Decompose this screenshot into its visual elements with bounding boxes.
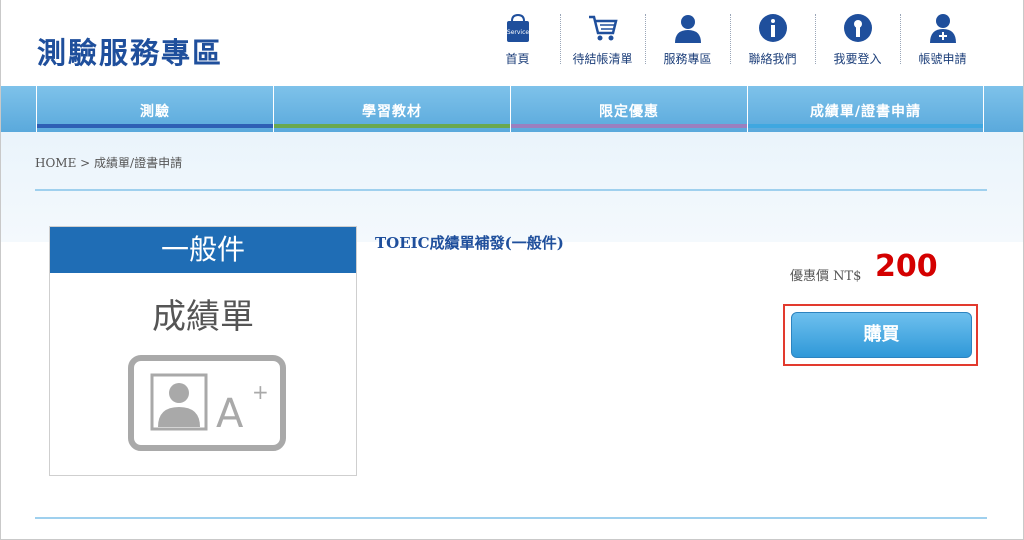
- tab-exam-label: 測驗: [140, 104, 170, 120]
- info-icon: [758, 14, 787, 42]
- site-header: 測驗服務專區 Service 首頁 待結帳清單 服務專區 聯絡我們 我要登入 帳…: [1, 0, 1023, 86]
- tab-underline: [274, 124, 510, 128]
- tab-score-report-label: 成績單/證書申請: [809, 104, 922, 120]
- nav-home-label: 首頁: [505, 52, 530, 66]
- nav-contact[interactable]: 聯絡我們: [730, 10, 815, 66]
- keyhole-icon: [843, 14, 872, 42]
- cart-icon: [588, 15, 618, 41]
- nav-cart-label: 待結帳清單: [572, 52, 633, 66]
- tab-underline: [37, 124, 273, 128]
- product-image: 一般件 成績單 A +: [49, 226, 357, 476]
- breadcrumb: HOME > 成績單/證書申請: [35, 156, 183, 170]
- score-card-icon: A +: [128, 355, 286, 451]
- tab-offers[interactable]: 限定優惠: [510, 86, 747, 132]
- site-logo[interactable]: 測驗服務專區: [37, 30, 223, 72]
- page: 測驗服務專區 Service 首頁 待結帳清單 服務專區 聯絡我們 我要登入 帳…: [0, 0, 1024, 540]
- nav-home[interactable]: Service 首頁: [475, 10, 560, 66]
- nav-service[interactable]: 服務專區: [645, 10, 730, 66]
- price-label: 優惠價 NT$: [790, 269, 862, 284]
- product-title: TOEIC成績單補發(一般件): [375, 234, 564, 252]
- tab-exam[interactable]: 測驗: [36, 86, 273, 132]
- divider: [35, 517, 987, 519]
- tab-score-report[interactable]: 成績單/證書申請: [747, 86, 984, 132]
- main-nav: 測驗 學習教材 限定優惠 成績單/證書申請: [1, 86, 1023, 132]
- nav-login[interactable]: 我要登入: [815, 10, 900, 66]
- nav-register[interactable]: 帳號申請: [900, 10, 985, 66]
- divider: [35, 189, 987, 191]
- shopping-bag-service-icon: Service: [506, 13, 529, 42]
- tab-offers-label: 限定優惠: [599, 104, 659, 120]
- card-grade: A: [216, 391, 244, 437]
- tab-underline: [511, 124, 747, 128]
- card-grade-sup: +: [252, 380, 269, 404]
- product-card-doc-label: 成績單: [152, 297, 254, 337]
- price-value: 200: [875, 249, 938, 284]
- buy-button-highlight: 購買: [783, 304, 978, 366]
- add-user-icon: [929, 14, 956, 43]
- buy-button[interactable]: 購買: [791, 312, 972, 358]
- tab-underline: [748, 124, 983, 128]
- top-nav: Service 首頁 待結帳清單 服務專區 聯絡我們 我要登入 帳號申請: [475, 10, 985, 70]
- nav-contact-label: 聯絡我們: [748, 52, 797, 66]
- nav-cart[interactable]: 待結帳清單: [560, 10, 645, 66]
- nav-register-label: 帳號申請: [918, 52, 967, 66]
- nav-service-label: 服務專區: [663, 52, 712, 66]
- product-card-header: 一般件: [50, 227, 356, 273]
- svg-text:Service: Service: [506, 29, 528, 36]
- tab-materials[interactable]: 學習教材: [273, 86, 510, 132]
- nav-login-label: 我要登入: [833, 52, 882, 66]
- tab-materials-label: 學習教材: [362, 104, 422, 120]
- user-icon: [674, 15, 701, 43]
